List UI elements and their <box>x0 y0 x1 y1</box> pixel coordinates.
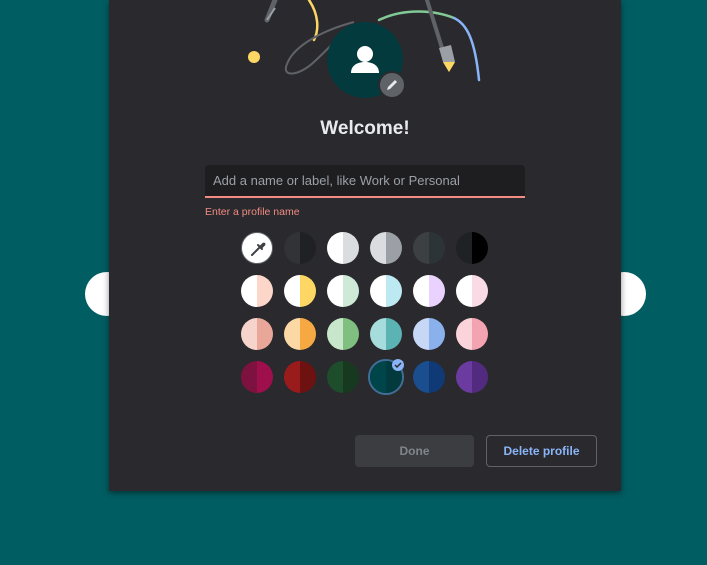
color-swatch[interactable] <box>284 318 316 350</box>
color-swatch[interactable] <box>456 232 488 264</box>
color-swatch[interactable] <box>413 318 445 350</box>
profile-setup-dialog: Welcome! Enter a profile name Done Delet… <box>109 0 621 491</box>
color-swatch[interactable] <box>413 275 445 307</box>
error-message: Enter a profile name <box>205 206 300 218</box>
color-swatch[interactable] <box>456 275 488 307</box>
color-swatch[interactable] <box>413 361 445 393</box>
color-swatch[interactable] <box>284 361 316 393</box>
color-swatch[interactable] <box>241 361 273 393</box>
color-swatch[interactable] <box>327 361 359 393</box>
color-swatch[interactable] <box>284 275 316 307</box>
color-swatch[interactable] <box>370 232 402 264</box>
pencil-icon <box>387 80 397 90</box>
edit-avatar-button[interactable] <box>378 71 406 99</box>
color-swatch[interactable] <box>327 275 359 307</box>
checkmark-icon <box>392 359 404 371</box>
done-button[interactable]: Done <box>355 435 474 467</box>
color-swatch[interactable] <box>327 232 359 264</box>
color-swatch[interactable] <box>456 361 488 393</box>
color-swatch[interactable] <box>413 232 445 264</box>
color-swatch[interactable] <box>370 318 402 350</box>
color-swatch[interactable] <box>241 318 273 350</box>
color-swatch[interactable] <box>456 318 488 350</box>
custom-color-picker[interactable] <box>241 232 273 264</box>
color-swatch[interactable] <box>370 275 402 307</box>
color-swatch[interactable] <box>241 275 273 307</box>
page-title: Welcome! <box>320 118 410 139</box>
color-swatch[interactable] <box>284 232 316 264</box>
delete-profile-button[interactable]: Delete profile <box>486 435 597 467</box>
color-swatch[interactable] <box>327 318 359 350</box>
eyedropper-icon <box>251 242 266 256</box>
profile-name-input[interactable] <box>205 165 525 198</box>
